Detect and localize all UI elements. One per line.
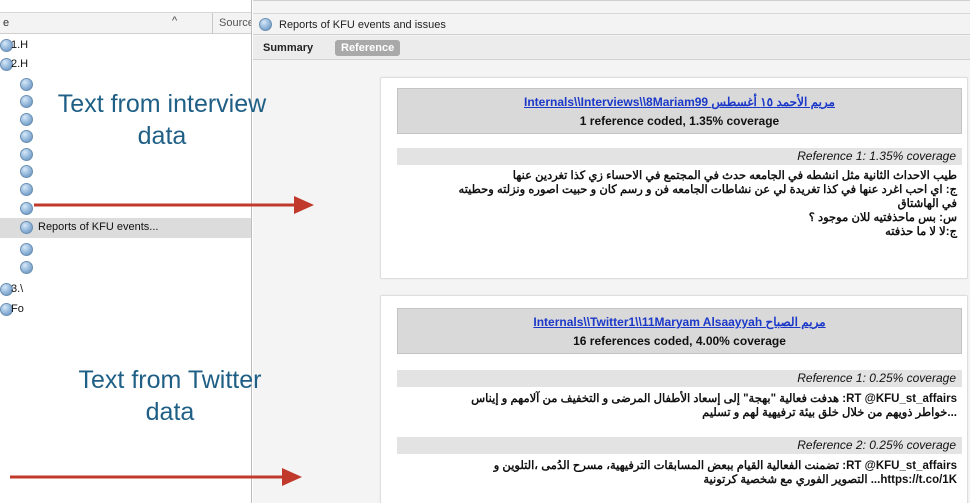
tree-item-label: Reports of KFU events...	[38, 221, 159, 233]
twitter-arrow-icon	[10, 465, 302, 489]
tab-summary[interactable]: Summary	[257, 40, 319, 56]
tree-item-label: 1.H	[11, 39, 29, 51]
coverage-summary: 16 references coded, 4.00% coverage	[573, 334, 786, 348]
case-node-icon	[20, 165, 33, 178]
tree-item-label: Fo	[11, 303, 24, 315]
tree-item-label: 2.H	[11, 58, 29, 70]
annotation-line: Text from Twitter	[78, 366, 262, 394]
reference-line: ...خواطر ذويهم من خلال خلق بيئة ترفيهية …	[702, 407, 957, 419]
detail-pane: Reports of KFU events and issues Summary…	[253, 0, 970, 503]
view-tabs: Summary Reference	[253, 36, 970, 60]
case-node-icon	[259, 18, 272, 31]
source-document-link[interactable]: Internals\\Twitter1\\11Maryam Alsaayyah …	[398, 315, 961, 329]
case-node-icon	[20, 183, 33, 196]
tree-item-case[interactable]	[0, 240, 251, 260]
reference-card-interview: Internals\\Interviews\\8Mariam99 مريم ال…	[380, 77, 968, 279]
reference-card-twitter: Internals\\Twitter1\\11Maryam Alsaayyah …	[380, 295, 968, 503]
case-node-icon	[20, 261, 33, 274]
tree-item-case[interactable]	[0, 258, 251, 278]
reference-header: Reference 2: 0.25% coverage	[397, 437, 962, 454]
tree-item-2[interactable]: 2.H	[0, 55, 251, 75]
tree-column-header: e ^ Source	[0, 12, 251, 34]
tree-item-reports-kfu[interactable]: Reports of KFU events...	[0, 218, 251, 238]
reference-header: Reference 1: 1.35% coverage	[397, 148, 962, 165]
reference-text: طيب الاحداث الثانية مثل انشطه في الجامعه…	[397, 169, 957, 239]
reference-line: س: بس ماحذفتيه للان موجود ؟	[808, 212, 957, 224]
annotation-line: data	[145, 398, 195, 426]
twitter-annotation: Text from Twitter data	[20, 364, 320, 428]
coverage-summary: 1 reference coded, 1.35% coverage	[579, 114, 780, 128]
tree-item-1[interactable]: 1.H	[0, 36, 251, 56]
tree-item-4[interactable]: Fo	[0, 300, 251, 320]
annotation-line: data	[137, 122, 187, 150]
reference-line: https://t.co/1K... التصوير الفوري مع شخص…	[703, 474, 957, 486]
tab-reference[interactable]: Reference	[335, 40, 401, 56]
reference-line: ج: اي احب اغرد عنها في كذا تغريدة لي عن …	[458, 184, 957, 196]
reference-header: Reference 1: 0.25% coverage	[397, 370, 962, 387]
detail-title: Reports of KFU events and issues	[279, 19, 446, 31]
reference-line: ج:لا لا ما حذفته	[885, 226, 957, 238]
case-node-icon	[20, 243, 33, 256]
interview-arrow-icon	[34, 193, 314, 217]
annotation-line: Text from interview	[57, 90, 267, 118]
tree-item-3[interactable]: 3.\	[0, 280, 251, 300]
tree-item-case[interactable]	[0, 162, 251, 182]
card-header: Internals\\Interviews\\8Mariam99 مريم ال…	[397, 88, 962, 134]
reference-line: RT @KFU_st_affairs: هدفت فعالية "بهجة" إ…	[471, 393, 957, 405]
source-document-link[interactable]: Internals\\Interviews\\8Mariam99 مريم ال…	[398, 95, 961, 109]
reference-line: في الهاشتاق	[897, 198, 957, 210]
column-divider[interactable]	[212, 13, 213, 34]
reference-line: RT @KFU_st_affairs: تضمنت الفعالية القيا…	[493, 460, 957, 472]
detail-title-bar: Reports of KFU events and issues	[253, 13, 970, 35]
reference-line: طيب الاحداث الثانية مثل انشطه في الجامعه…	[512, 170, 957, 182]
reference-text: RT @KFU_st_affairs: تضمنت الفعالية القيا…	[397, 459, 957, 487]
interview-annotation: Text from interview data	[12, 88, 312, 152]
case-node-icon	[20, 202, 33, 215]
case-node-icon	[20, 221, 33, 234]
card-header: Internals\\Twitter1\\11Maryam Alsaayyah …	[397, 308, 962, 354]
sort-ascending-icon[interactable]: ^	[172, 15, 177, 27]
source-column-header[interactable]: Source	[219, 17, 251, 29]
name-column-header[interactable]: e	[3, 17, 9, 29]
reference-text: RT @KFU_st_affairs: هدفت فعالية "بهجة" إ…	[397, 392, 957, 420]
tree-item-label: 3.\	[11, 283, 24, 295]
